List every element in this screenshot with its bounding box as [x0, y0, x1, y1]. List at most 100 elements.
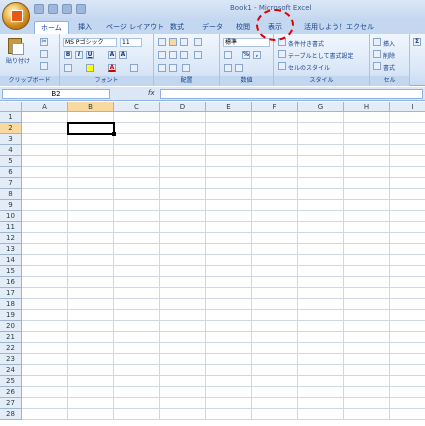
format-as-table-icon[interactable]	[278, 50, 286, 58]
cell-c15[interactable]	[114, 266, 160, 277]
align-center-icon[interactable]	[169, 51, 177, 59]
cell-c25[interactable]	[114, 376, 160, 387]
cell-c24[interactable]	[114, 365, 160, 376]
orientation-icon[interactable]	[182, 64, 190, 72]
border-icon[interactable]	[64, 64, 72, 72]
row-header-5[interactable]: 5	[0, 156, 22, 167]
cell-d2[interactable]	[160, 123, 206, 134]
office-button[interactable]	[2, 2, 30, 30]
cell-c12[interactable]	[114, 233, 160, 244]
cell-i14[interactable]	[390, 255, 425, 266]
cell-i1[interactable]	[390, 112, 425, 123]
cut-icon[interactable]: ✂	[40, 38, 48, 46]
cell-h24[interactable]	[344, 365, 390, 376]
cell-h19[interactable]	[344, 310, 390, 321]
column-header-c[interactable]: C	[114, 102, 160, 112]
cell-d26[interactable]	[160, 387, 206, 398]
cell-d25[interactable]	[160, 376, 206, 387]
cell-g15[interactable]	[298, 266, 344, 277]
cell-c11[interactable]	[114, 222, 160, 233]
insert-cells-button[interactable]: 挿入	[383, 39, 395, 48]
cell-a28[interactable]	[22, 409, 68, 420]
cell-e15[interactable]	[206, 266, 252, 277]
italic-button[interactable]: I	[75, 51, 83, 59]
cell-h25[interactable]	[344, 376, 390, 387]
cell-g2[interactable]	[298, 123, 344, 134]
cell-c5[interactable]	[114, 156, 160, 167]
cell-d22[interactable]	[160, 343, 206, 354]
cell-d21[interactable]	[160, 332, 206, 343]
cell-d13[interactable]	[160, 244, 206, 255]
cell-g22[interactable]	[298, 343, 344, 354]
cell-i2[interactable]	[390, 123, 425, 134]
column-header-b[interactable]: B	[68, 102, 114, 112]
cell-h27[interactable]	[344, 398, 390, 409]
cell-h16[interactable]	[344, 277, 390, 288]
cell-b8[interactable]	[68, 189, 114, 200]
cell-b14[interactable]	[68, 255, 114, 266]
cell-c2[interactable]	[114, 123, 160, 134]
cell-c8[interactable]	[114, 189, 160, 200]
cell-c16[interactable]	[114, 277, 160, 288]
cell-c18[interactable]	[114, 299, 160, 310]
row-header-10[interactable]: 10	[0, 211, 22, 222]
cell-i10[interactable]	[390, 211, 425, 222]
row-header-12[interactable]: 12	[0, 233, 22, 244]
cell-d12[interactable]	[160, 233, 206, 244]
cell-e12[interactable]	[206, 233, 252, 244]
row-header-13[interactable]: 13	[0, 244, 22, 255]
conditional-format-button[interactable]: 条件付き書式	[288, 39, 324, 48]
cell-h26[interactable]	[344, 387, 390, 398]
row-header-26[interactable]: 26	[0, 387, 22, 398]
autosum-icon[interactable]: Σ	[413, 38, 421, 46]
cell-a16[interactable]	[22, 277, 68, 288]
cell-a18[interactable]	[22, 299, 68, 310]
cell-e4[interactable]	[206, 145, 252, 156]
cell-a20[interactable]	[22, 321, 68, 332]
cell-e21[interactable]	[206, 332, 252, 343]
cell-c14[interactable]	[114, 255, 160, 266]
cell-a9[interactable]	[22, 200, 68, 211]
grow-font-button[interactable]: A	[108, 51, 116, 59]
align-middle-icon[interactable]	[169, 38, 177, 46]
cell-f19[interactable]	[252, 310, 298, 321]
column-header-f[interactable]: F	[252, 102, 298, 112]
cell-g25[interactable]	[298, 376, 344, 387]
cell-i22[interactable]	[390, 343, 425, 354]
row-header-25[interactable]: 25	[0, 376, 22, 387]
cell-f8[interactable]	[252, 189, 298, 200]
copy-icon[interactable]	[40, 50, 48, 58]
cell-e9[interactable]	[206, 200, 252, 211]
cell-a11[interactable]	[22, 222, 68, 233]
cell-f1[interactable]	[252, 112, 298, 123]
row-header-7[interactable]: 7	[0, 178, 22, 189]
cell-g14[interactable]	[298, 255, 344, 266]
align-right-icon[interactable]	[180, 51, 188, 59]
cell-f27[interactable]	[252, 398, 298, 409]
cell-i13[interactable]	[390, 244, 425, 255]
cell-i21[interactable]	[390, 332, 425, 343]
cell-h20[interactable]	[344, 321, 390, 332]
format-cells-icon[interactable]	[373, 62, 381, 70]
name-box[interactable]: B2	[2, 89, 110, 99]
cell-e14[interactable]	[206, 255, 252, 266]
cell-f6[interactable]	[252, 167, 298, 178]
print-preview-icon[interactable]	[76, 4, 86, 14]
row-header-23[interactable]: 23	[0, 354, 22, 365]
cell-g28[interactable]	[298, 409, 344, 420]
cell-b22[interactable]	[68, 343, 114, 354]
row-header-8[interactable]: 8	[0, 189, 22, 200]
cell-e2[interactable]	[206, 123, 252, 134]
worksheet-grid[interactable]: A B C D E F G H I 1 2 3 4 5 6 7 8 9 10 11 12 13 14 15 16 17 18 19 20…	[0, 102, 425, 426]
cell-f5[interactable]	[252, 156, 298, 167]
cell-i3[interactable]	[390, 134, 425, 145]
cell-c7[interactable]	[114, 178, 160, 189]
cell-a4[interactable]	[22, 145, 68, 156]
cell-g5[interactable]	[298, 156, 344, 167]
cell-d19[interactable]	[160, 310, 206, 321]
cell-styles-icon[interactable]	[278, 62, 286, 70]
row-header-16[interactable]: 16	[0, 277, 22, 288]
cell-f4[interactable]	[252, 145, 298, 156]
cell-i5[interactable]	[390, 156, 425, 167]
cell-b24[interactable]	[68, 365, 114, 376]
